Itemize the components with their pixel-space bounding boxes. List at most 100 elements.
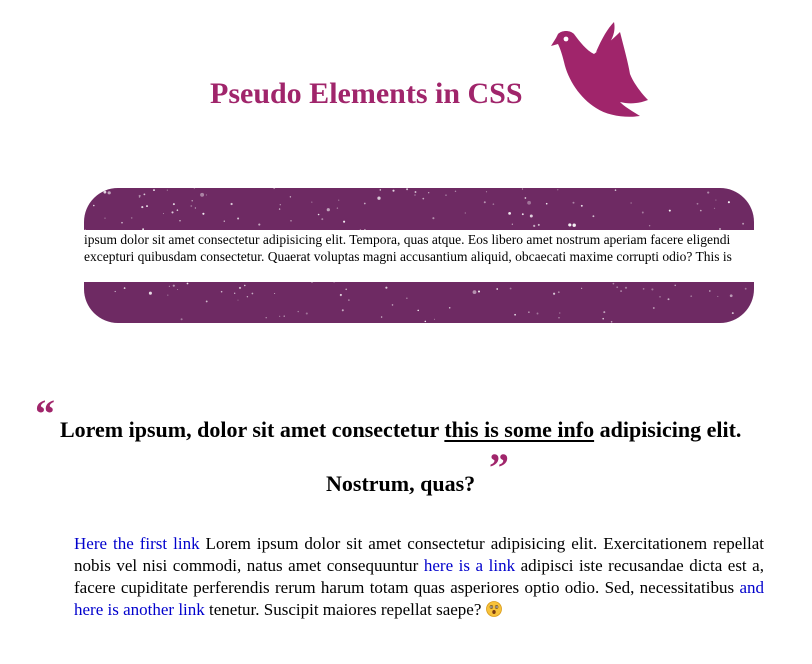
quote-line-1: Lorem ipsum, dolor sit amet consectetur … — [60, 416, 741, 444]
star-dot — [237, 217, 240, 220]
bird-icon — [551, 22, 648, 117]
star-dot — [205, 194, 207, 196]
star-dot — [424, 320, 427, 323]
star-dot — [630, 202, 632, 204]
open-quote-mark: “ — [35, 391, 55, 436]
star-dot — [581, 287, 583, 289]
star-dot — [121, 221, 123, 224]
quote-text-end: adipisicing elit. — [594, 417, 742, 442]
astonished-face-icon — [485, 601, 502, 617]
star-dot — [508, 212, 511, 215]
star-dot — [616, 286, 619, 289]
star-dot — [363, 202, 366, 205]
star-dot — [103, 190, 107, 194]
star-dot — [652, 307, 655, 309]
star-dot — [696, 202, 699, 205]
star-dot — [238, 286, 242, 289]
star-dot — [528, 311, 530, 313]
star-dot — [472, 290, 477, 295]
star-dot — [731, 312, 734, 315]
star-dot — [406, 188, 409, 191]
star-dot — [715, 199, 717, 201]
star-dot — [559, 312, 561, 314]
star-dot — [624, 286, 628, 289]
star-dot — [278, 208, 281, 210]
page: Pseudo Elements in CSS ipsum dolor sit a… — [0, 0, 812, 664]
star-dot — [130, 217, 133, 219]
star-dot — [553, 292, 556, 295]
star-dot — [690, 295, 692, 297]
star-dot — [107, 191, 111, 195]
star-dot — [445, 194, 447, 196]
star-dot — [348, 299, 350, 301]
info-link[interactable]: this is some info — [444, 417, 594, 442]
star-dot — [707, 191, 710, 194]
star-dot — [138, 194, 141, 197]
star-dot — [717, 295, 719, 297]
star-dot — [533, 224, 536, 227]
star-dot — [177, 288, 179, 291]
star-dot — [190, 205, 193, 207]
star-dot — [153, 189, 155, 192]
star-dot — [521, 188, 524, 190]
star-dot — [668, 209, 671, 212]
star-dot — [194, 207, 197, 209]
first-link[interactable]: Here the first link — [74, 534, 200, 553]
star-dot — [414, 191, 417, 193]
star-dot — [338, 199, 340, 201]
star-dot — [422, 197, 425, 200]
star-dot — [492, 203, 495, 205]
star-dot — [651, 288, 654, 291]
star-dot — [392, 189, 395, 192]
star-dot — [186, 282, 189, 285]
star-dot — [202, 212, 205, 215]
star-dot — [172, 203, 175, 206]
star-dot — [742, 222, 745, 225]
star-dot — [205, 300, 208, 303]
star-dot — [744, 287, 747, 290]
star-dot — [713, 207, 716, 210]
star-dot — [509, 287, 512, 290]
star-dot — [279, 315, 281, 317]
star-dot — [180, 318, 183, 321]
star-dot — [234, 292, 236, 294]
star-dot — [603, 311, 606, 314]
star-dot — [699, 209, 702, 212]
star-dot — [244, 284, 246, 287]
star-dot — [448, 307, 451, 309]
star-dot — [592, 215, 595, 218]
star-dot — [290, 219, 292, 222]
star-dot — [289, 196, 292, 198]
bird-eye — [563, 36, 569, 42]
star-dot — [417, 309, 419, 312]
star-dot — [641, 211, 644, 214]
star-dot — [265, 317, 267, 319]
star-dot — [172, 284, 175, 287]
star-dot — [391, 304, 394, 306]
star-dot — [297, 310, 299, 313]
star-dot — [385, 286, 388, 289]
quote-text-start: Lorem ipsum, dolor sit amet consectetur — [60, 417, 445, 442]
star-dot — [305, 312, 308, 315]
blockquote: “ Lorem ipsum, dolor sit amet consectetu… — [30, 391, 812, 506]
second-link[interactable]: here is a link — [424, 556, 515, 575]
star-dot — [220, 290, 223, 293]
star-dot — [620, 290, 623, 293]
star-dot — [580, 204, 583, 207]
star-dot — [527, 200, 531, 205]
paragraph-text-3: tenetur. Suscipit maiores repellat saepe… — [204, 600, 486, 619]
star-dot — [191, 200, 193, 202]
star-dot — [511, 223, 513, 225]
star-dot — [171, 211, 174, 214]
star-dot — [251, 292, 254, 295]
star-dot — [345, 288, 348, 291]
page-title: Pseudo Elements in CSS — [210, 77, 523, 110]
star-dot — [311, 201, 313, 203]
quote-line-2: Nostrum, quas? — [326, 471, 476, 496]
star-dot — [602, 317, 604, 320]
star-dot — [642, 288, 645, 290]
star-dot — [339, 294, 342, 297]
star-dot — [258, 223, 261, 226]
star-dot — [200, 192, 205, 197]
star-dot — [326, 208, 330, 212]
